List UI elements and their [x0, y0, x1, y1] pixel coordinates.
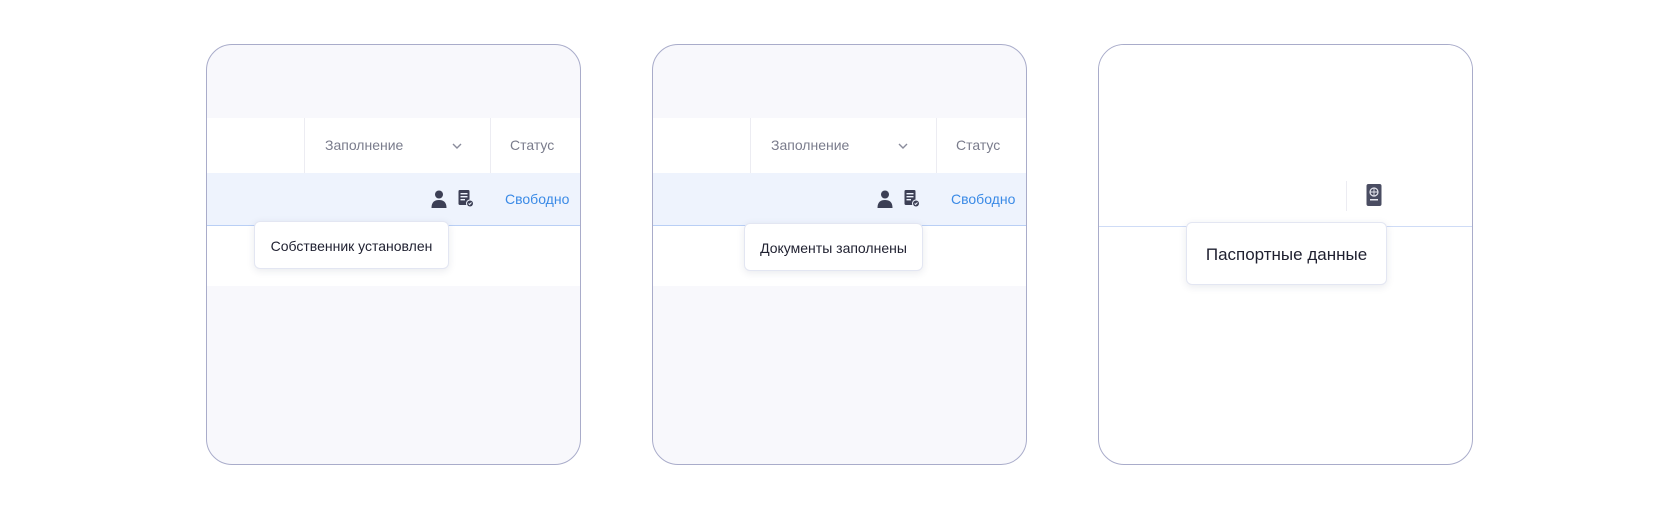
- document-certificate-icon[interactable]: [903, 189, 921, 209]
- person-icon[interactable]: [430, 189, 448, 209]
- column-divider: [1346, 181, 1347, 211]
- table-header-empty: [1099, 45, 1472, 174]
- panel-documents-tooltip: Заполнение Статус Свободно Документы зап…: [652, 44, 1027, 465]
- column-divider: [936, 118, 937, 173]
- column-divider: [304, 118, 305, 173]
- column-status-label[interactable]: Статус: [510, 118, 554, 173]
- tooltip-documents-filled: Документы заполнены: [744, 223, 923, 271]
- table-row[interactable]: Свободно: [207, 173, 580, 226]
- table-header: Заполнение Статус: [653, 118, 1026, 174]
- table-row[interactable]: [1099, 173, 1472, 227]
- person-icon[interactable]: [876, 189, 894, 209]
- illustration-stage: Заполнение Статус Свободно Собственник у…: [0, 0, 1680, 511]
- chevron-down-icon[interactable]: [897, 140, 909, 152]
- tooltip-passport-data: Паспортные данные: [1186, 222, 1387, 285]
- tooltip-owner-set: Собственник установлен: [254, 221, 449, 269]
- column-divider: [750, 118, 751, 173]
- panel-owner-tooltip: Заполнение Статус Свободно Собственник у…: [206, 44, 581, 465]
- column-fill-label[interactable]: Заполнение: [771, 118, 849, 173]
- column-fill-label[interactable]: Заполнение: [325, 118, 403, 173]
- panel-passport-tooltip: Паспортные данные: [1098, 44, 1473, 465]
- table-row[interactable]: Свободно: [653, 173, 1026, 226]
- status-free-link[interactable]: Свободно: [505, 173, 569, 225]
- status-free-link[interactable]: Свободно: [951, 173, 1015, 225]
- column-status-label[interactable]: Статус: [956, 118, 1000, 173]
- chevron-down-icon[interactable]: [451, 140, 463, 152]
- column-divider: [490, 118, 491, 173]
- table-header: Заполнение Статус: [207, 118, 580, 174]
- document-certificate-icon[interactable]: [457, 189, 475, 209]
- passport-icon[interactable]: [1365, 183, 1383, 207]
